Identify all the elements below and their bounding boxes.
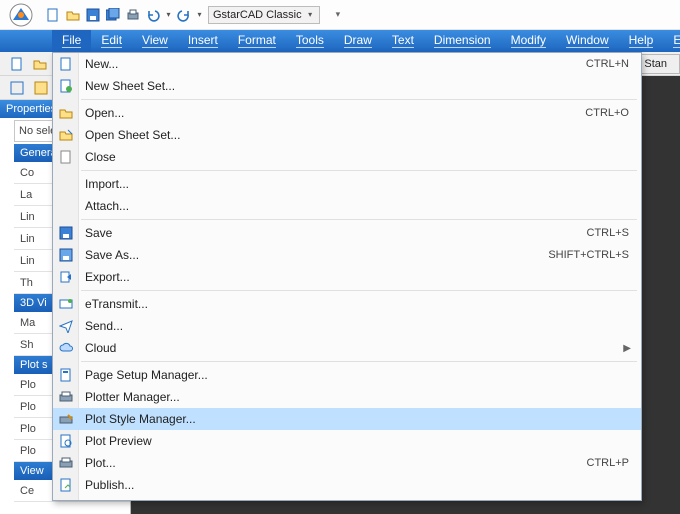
- open-sheet-icon: [57, 126, 75, 144]
- menu-page-setup[interactable]: Page Setup Manager...: [53, 364, 641, 386]
- menu-import[interactable]: Import...: [53, 173, 641, 195]
- menu-save[interactable]: SaveCTRL+S: [53, 222, 641, 244]
- qat-open-icon[interactable]: [64, 6, 82, 24]
- qat-save-icon[interactable]: [84, 6, 102, 24]
- qat-redo-more[interactable]: ▾: [195, 6, 204, 24]
- menu-plot[interactable]: Plot...CTRL+P: [53, 452, 641, 474]
- menu-export[interactable]: Export...: [53, 266, 641, 288]
- menu-publish[interactable]: Publish...: [53, 474, 641, 496]
- plot-preview-icon: [57, 432, 75, 450]
- menu-express[interactable]: Express: [663, 30, 680, 52]
- menu-new[interactable]: New...CTRL+N: [53, 53, 641, 75]
- qat-undo-icon[interactable]: [144, 6, 162, 24]
- menu-format[interactable]: Format: [228, 30, 286, 52]
- qat-print-icon[interactable]: [124, 6, 142, 24]
- cloud-icon: [57, 339, 75, 357]
- close-icon: [57, 148, 75, 166]
- menu-dimension[interactable]: Dimension: [424, 30, 501, 52]
- menu-draw[interactable]: Draw: [334, 30, 382, 52]
- etransmit-icon: [57, 295, 75, 313]
- menu-save-as[interactable]: Save As...SHIFT+CTRL+S: [53, 244, 641, 266]
- attach-icon: [57, 197, 75, 215]
- chevron-right-icon: ▶: [623, 343, 631, 354]
- menu-help[interactable]: Help: [619, 30, 664, 52]
- open-icon: [57, 104, 75, 122]
- palette-btn2[interactable]: [30, 78, 52, 98]
- menu-open[interactable]: Open...CTRL+O: [53, 102, 641, 124]
- export-icon: [57, 268, 75, 286]
- menu-plot-preview[interactable]: Plot Preview: [53, 430, 641, 452]
- new-sheet-icon: [57, 77, 75, 95]
- menu-plot-style-manager[interactable]: Plot Style Manager...: [53, 408, 641, 430]
- menu-modify[interactable]: Modify: [501, 30, 556, 52]
- qat-undo-more[interactable]: ▾: [164, 6, 173, 24]
- menu-close[interactable]: Close: [53, 146, 641, 168]
- plotter-mgr-icon: [57, 388, 75, 406]
- send-icon: [57, 317, 75, 335]
- menu-view[interactable]: View: [132, 30, 178, 52]
- menu-cloud[interactable]: Cloud▶: [53, 337, 641, 359]
- tb-new-icon[interactable]: [6, 54, 28, 74]
- menu-plotter-manager[interactable]: Plotter Manager...: [53, 386, 641, 408]
- menu-open-sheet-set[interactable]: Open Sheet Set...: [53, 124, 641, 146]
- qat-redo-icon[interactable]: [175, 6, 193, 24]
- menu-insert[interactable]: Insert: [178, 30, 228, 52]
- workspace-select[interactable]: GstarCAD Classic ▾: [208, 6, 320, 24]
- menu-text[interactable]: Text: [382, 30, 424, 52]
- save-icon: [57, 224, 75, 242]
- import-icon: [57, 175, 75, 193]
- chevron-down-icon: ▾: [306, 6, 315, 24]
- plot-icon: [57, 454, 75, 472]
- qat-saveall-icon[interactable]: [104, 6, 122, 24]
- menu-bar: File Edit View Insert Format Tools Draw …: [0, 30, 680, 52]
- app-logo[interactable]: [6, 0, 36, 30]
- menu-file[interactable]: File: [52, 30, 91, 52]
- quick-access-toolbar: ▾ ▾ GstarCAD Classic ▾ ▾: [0, 0, 680, 30]
- menu-new-sheet-set[interactable]: New Sheet Set...: [53, 75, 641, 97]
- tb-open-icon[interactable]: [29, 54, 51, 74]
- workspace-label: GstarCAD Classic: [213, 9, 302, 21]
- palette-btn1[interactable]: [6, 78, 28, 98]
- menu-tools[interactable]: Tools: [286, 30, 334, 52]
- file-menu-dropdown: New...CTRL+N New Sheet Set... Open...CTR…: [52, 52, 642, 501]
- page-setup-icon: [57, 366, 75, 384]
- menu-etransmit[interactable]: eTransmit...: [53, 293, 641, 315]
- menu-edit[interactable]: Edit: [91, 30, 132, 52]
- save-as-icon: [57, 246, 75, 264]
- new-icon: [57, 55, 75, 73]
- plot-style-icon: [57, 410, 75, 428]
- qat-customize[interactable]: ▾: [336, 9, 341, 20]
- qat-new-icon[interactable]: [44, 6, 62, 24]
- menu-send[interactable]: Send...: [53, 315, 641, 337]
- menu-window[interactable]: Window: [556, 30, 619, 52]
- publish-icon: [57, 476, 75, 494]
- menu-attach[interactable]: Attach...: [53, 195, 641, 217]
